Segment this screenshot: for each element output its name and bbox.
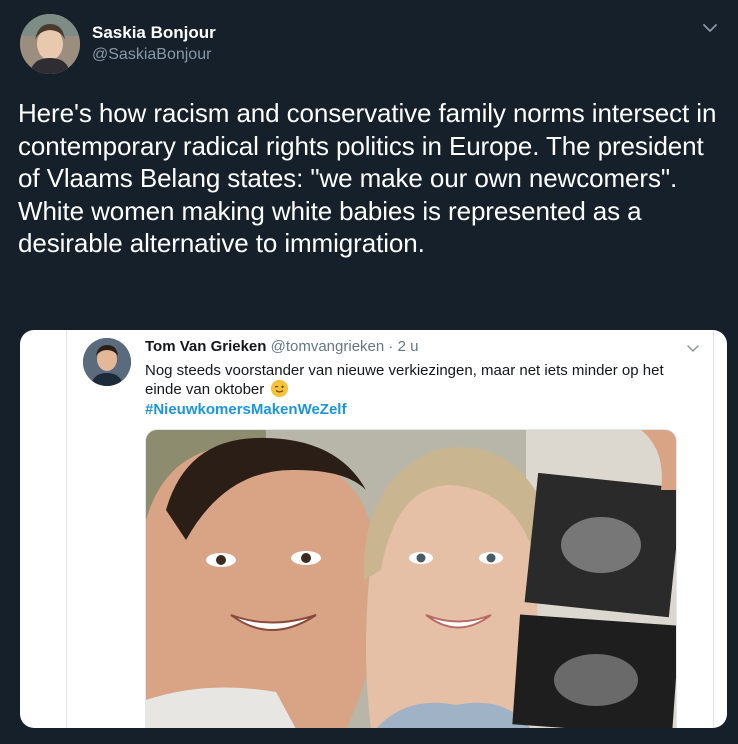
quoted-time: 2 u: [397, 338, 419, 355]
author-names: Saskia Bonjour @SaskiaBonjour: [92, 22, 216, 66]
quoted-tweet-screenshot: Tom Van Grieken @tomvangrieken · 2 u Nog…: [66, 330, 714, 728]
quoted-text-block: Nog steeds voorstander van nieuwe verkie…: [145, 361, 695, 399]
quoted-handle: @tomvangrieken: [270, 338, 385, 355]
author-avatar[interactable]: [20, 14, 80, 74]
quoted-author-avatar: [83, 338, 131, 386]
chevron-down-icon[interactable]: [700, 18, 720, 38]
author-display-name[interactable]: Saskia Bonjour: [92, 22, 216, 44]
tweet-text: Here's how racism and conservative famil…: [18, 98, 717, 258]
quoted-photo: [145, 429, 677, 728]
author-handle[interactable]: @SaskiaBonjour: [92, 44, 216, 66]
quoted-tweet-card[interactable]: Tom Van Grieken @tomvangrieken · 2 u Nog…: [20, 330, 727, 728]
quoted-separator: ·: [388, 338, 394, 355]
quoted-chevron-down-icon: [687, 345, 699, 353]
quoted-hashtag: #NieuwkomersMakenWeZelf: [145, 401, 347, 418]
quoted-tweet-header: Tom Van Grieken @tomvangrieken · 2 u: [145, 338, 418, 356]
winking-face-emoji-icon: [271, 380, 289, 397]
tweet-header: Saskia Bonjour @SaskiaBonjour: [20, 14, 720, 76]
quoted-display-name: Tom Van Grieken: [145, 338, 267, 355]
quoted-text: Nog steeds voorstander van nieuwe verkie…: [145, 362, 664, 398]
